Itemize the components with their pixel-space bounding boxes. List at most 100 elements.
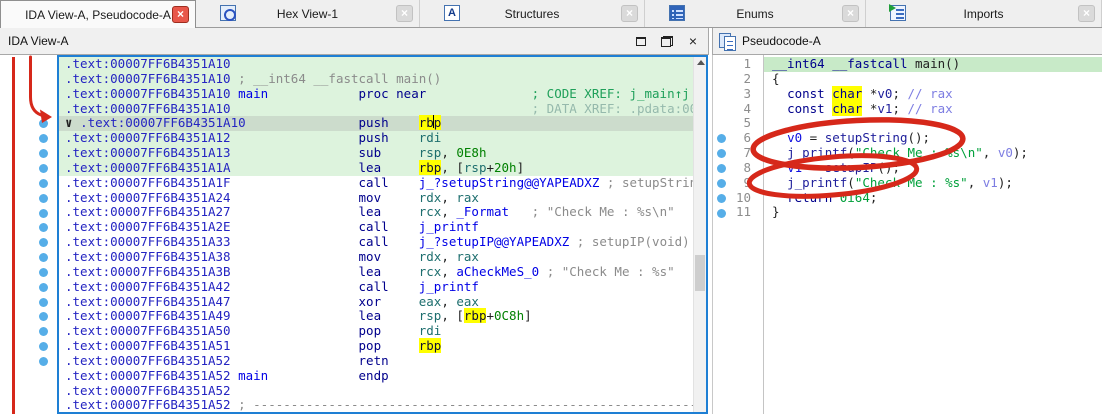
pseudocode-line[interactable]: 5 xyxy=(713,116,1102,131)
pseudocode-text: __int64 __fastcall main() xyxy=(764,57,1102,72)
disasm-line[interactable]: .text:00007FF6B4351A42 call j_printf xyxy=(59,280,693,295)
pseudocode-line[interactable]: 4 const char *v1; // rax xyxy=(713,102,1102,117)
mnemonic: sub xyxy=(359,145,382,160)
disasm-line[interactable]: .text:00007FF6B4351A38 mov rdx, rax xyxy=(59,250,693,265)
address: .text:00007FF6B4351A1A xyxy=(65,160,231,175)
operand-token: rbp xyxy=(419,160,442,175)
disasm-line[interactable]: .text:00007FF6B4351A52 retn xyxy=(59,354,693,369)
line-marker-dot[interactable] xyxy=(39,134,48,143)
line-marker-dot[interactable] xyxy=(717,194,726,203)
disasm-line[interactable]: .text:00007FF6B4351A10 xyxy=(59,57,693,72)
address: .text:00007FF6B4351A42 xyxy=(65,279,231,294)
disasm-line[interactable]: .text:00007FF6B4351A49 lea rsp, [rbp+0C8… xyxy=(59,309,693,324)
line-marker-dot[interactable] xyxy=(39,149,48,158)
tab-hex-view[interactable]: Hex View-1 × xyxy=(196,0,420,27)
line-marker-dot[interactable] xyxy=(39,342,48,351)
operand-token: ] xyxy=(517,160,525,175)
code-token: ); xyxy=(1013,145,1028,160)
line-marker-dot[interactable] xyxy=(39,119,48,128)
line-marker-dot[interactable] xyxy=(39,209,48,218)
line-marker-dot[interactable] xyxy=(39,357,48,366)
line-marker-dot[interactable] xyxy=(717,179,726,188)
line-marker-dot[interactable] xyxy=(39,298,48,307)
disasm-line[interactable]: .text:00007FF6B4351A13 sub rsp, 0E8h xyxy=(59,146,693,161)
pseudocode-title-bar[interactable]: Pseudocode-A xyxy=(712,28,1102,55)
disasm-line[interactable]: .text:00007FF6B4351A33 call j_?setupIP@@… xyxy=(59,235,693,250)
ida-view-title-bar[interactable]: IDA View-A × xyxy=(0,28,709,55)
pseudocode-line[interactable]: 11} xyxy=(713,205,1102,220)
code-token xyxy=(509,204,532,219)
scrollbar-thumb[interactable] xyxy=(695,255,705,291)
disasm-line[interactable]: .text:00007FF6B4351A10 ; DATA XREF: .pda… xyxy=(59,102,693,117)
scroll-up-icon[interactable] xyxy=(697,60,705,65)
line-marker-dot[interactable] xyxy=(39,283,48,292)
close-tab-icon[interactable]: × xyxy=(842,5,859,22)
close-button[interactable]: × xyxy=(684,32,702,50)
pseudocode-line[interactable]: 6 v0 = setupString(); xyxy=(713,131,1102,146)
code-token xyxy=(231,397,239,412)
disasm-line[interactable]: .text:00007FF6B4351A50 pop rdi xyxy=(59,324,693,339)
code-token xyxy=(539,264,547,279)
disasm-line[interactable]: .text:00007FF6B4351A27 lea rcx, _Format … xyxy=(59,205,693,220)
pseudocode-line[interactable]: 10 return 0i64; xyxy=(713,191,1102,206)
code-token xyxy=(381,338,419,353)
disasm-line[interactable]: .text:00007FF6B4351A47 xor eax, eax xyxy=(59,295,693,310)
restore-icon xyxy=(661,36,673,47)
pseudocode-line[interactable]: 2{ xyxy=(713,72,1102,87)
disasm-line[interactable]: .text:00007FF6B4351A24 mov rdx, rax xyxy=(59,191,693,206)
tab-label: Hex View-1 xyxy=(277,7,338,21)
line-marker-dot[interactable] xyxy=(39,223,48,232)
maximize-icon xyxy=(636,37,646,46)
line-marker-dot[interactable] xyxy=(39,194,48,203)
pseudocode-line[interactable]: 9 j_printf("Check Me : %s", v1); xyxy=(713,176,1102,191)
code-token: char xyxy=(832,86,862,101)
close-tab-icon[interactable]: × xyxy=(396,5,413,22)
tab-enums[interactable]: Enums × xyxy=(645,0,866,27)
disasm-line[interactable]: .text:00007FF6B4351A52 ; ---------------… xyxy=(59,398,693,412)
disasm-line[interactable]: .text:00007FF6B4351A1A lea rbp, [rsp+20h… xyxy=(59,161,693,176)
tab-imports[interactable]: Imports × xyxy=(866,0,1102,27)
close-tab-icon[interactable]: × xyxy=(1078,5,1095,22)
disasm-line[interactable]: .text:00007FF6B4351A1F call j_?setupStri… xyxy=(59,176,693,191)
close-tab-icon[interactable]: × xyxy=(621,5,638,22)
maximize-button[interactable] xyxy=(632,32,650,50)
line-marker-dot[interactable] xyxy=(39,253,48,262)
line-marker-dot[interactable] xyxy=(39,179,48,188)
line-marker-dot[interactable] xyxy=(39,312,48,321)
tab-ida-view-pseudocode[interactable]: IDA View-A, Pseudocode-A × xyxy=(0,0,196,28)
disasm-line[interactable]: .text:00007FF6B4351A12 push rdi xyxy=(59,131,693,146)
disasm-line[interactable]: ∨ .text:00007FF6B4351A10 push rbp xyxy=(59,116,693,131)
disasm-line[interactable]: .text:00007FF6B4351A52 main endp xyxy=(59,369,693,384)
line-marker-dot[interactable] xyxy=(717,164,726,173)
disasm-line[interactable]: .text:00007FF6B4351A52 xyxy=(59,384,693,399)
code-token xyxy=(231,308,359,323)
code-token: ); xyxy=(998,175,1013,190)
line-marker-dot[interactable] xyxy=(717,209,726,218)
line-marker-dot[interactable] xyxy=(39,268,48,277)
close-tab-icon[interactable]: × xyxy=(172,6,189,23)
code-token: ( xyxy=(847,175,855,190)
code-token xyxy=(772,160,787,175)
code-token xyxy=(231,234,359,249)
pseudocode-view[interactable]: 1__int64 __fastcall main()2{3 const char… xyxy=(712,55,1102,414)
disasm-line[interactable]: .text:00007FF6B4351A10 main proc near ; … xyxy=(59,87,693,102)
disasm-line[interactable]: .text:00007FF6B4351A51 pop rbp xyxy=(59,339,693,354)
pseudocode-line[interactable]: 7 j_printf("Check Me : %s\n", v0); xyxy=(713,146,1102,161)
disasm-line[interactable]: .text:00007FF6B4351A3B lea rcx, aCheckMe… xyxy=(59,265,693,280)
pseudocode-line[interactable]: 8 v1 = setupIP(); xyxy=(713,161,1102,176)
operand-token: rsp xyxy=(419,308,442,323)
operand-token: eax xyxy=(419,294,442,309)
restore-button[interactable] xyxy=(658,32,676,50)
vertical-scrollbar[interactable] xyxy=(693,57,706,412)
disassembly-view[interactable]: .text:00007FF6B4351A10.text:00007FF6B435… xyxy=(57,55,708,414)
code-token xyxy=(772,130,787,145)
line-marker-dot[interactable] xyxy=(39,238,48,247)
address: .text:00007FF6B4351A33 xyxy=(65,234,231,249)
disasm-line[interactable]: .text:00007FF6B4351A2E call j_printf xyxy=(59,220,693,235)
pseudocode-line[interactable]: 1__int64 __fastcall main() xyxy=(713,57,1102,72)
line-marker-dot[interactable] xyxy=(39,327,48,336)
tab-structures[interactable]: Structures × xyxy=(420,0,645,27)
disasm-line[interactable]: .text:00007FF6B4351A10 ; __int64 __fastc… xyxy=(59,72,693,87)
line-marker-dot[interactable] xyxy=(39,164,48,173)
pseudocode-line[interactable]: 3 const char *v0; // rax xyxy=(713,87,1102,102)
